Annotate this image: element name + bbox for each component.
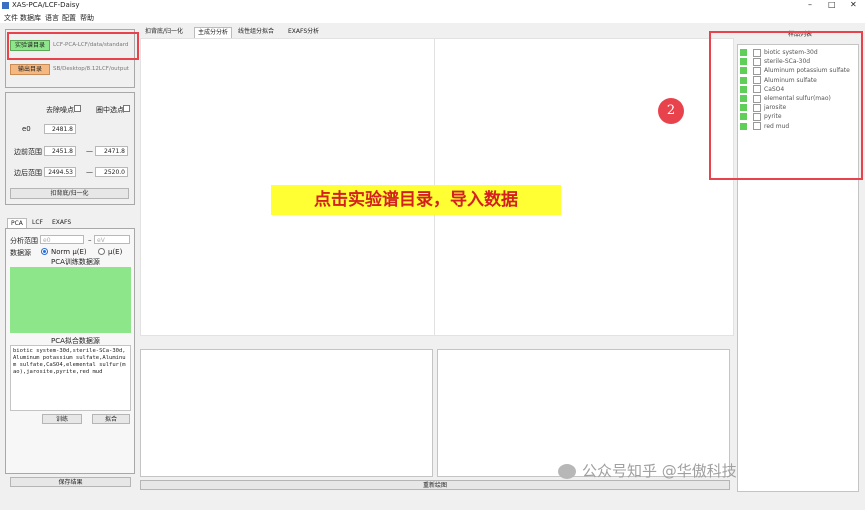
range-from-placeholder: e0 bbox=[43, 237, 51, 244]
train-button[interactable]: 训练 bbox=[42, 414, 82, 424]
output-dir-button[interactable]: 输出目录 bbox=[10, 64, 50, 75]
highlight-box-2 bbox=[709, 31, 863, 180]
plot-area[interactable]: 点击实验谱目录，导入数据 bbox=[140, 38, 734, 336]
main-tab-bar: 扣背底/归一化 主成分分析 线性组分拟合 EXAFS分析 bbox=[140, 27, 735, 38]
tab-normalize[interactable]: 扣背底/归一化 bbox=[142, 27, 186, 37]
range-to-input[interactable]: eV bbox=[94, 235, 130, 244]
normalize-button[interactable]: 扣背底/归一化 bbox=[10, 188, 129, 199]
radio-norm[interactable] bbox=[41, 248, 48, 255]
fit-source-content: biotic system-30d,sterile-SCa-30d,Alumin… bbox=[13, 348, 126, 375]
menu-bar: 文件 数据库 语言 配置 帮助 bbox=[0, 12, 865, 23]
tab-lcf-fit[interactable]: 线性组分拟合 bbox=[235, 27, 277, 37]
app-icon bbox=[2, 2, 9, 9]
pca-panel: 分析范围 e0 – eV 数据源 Norm μ(E) μ(E) PCA训练数据源… bbox=[5, 228, 135, 474]
range-dash: – bbox=[88, 236, 92, 244]
instruction-text: 点击实验谱目录，导入数据 bbox=[314, 190, 518, 210]
e0-input[interactable]: 2481.8 bbox=[44, 124, 76, 134]
source-label: 数据源 bbox=[10, 249, 31, 257]
range-from-input[interactable]: e0 bbox=[40, 235, 84, 244]
range-label: 分析范围 bbox=[10, 237, 38, 245]
tab-lcf[interactable]: LCF bbox=[29, 218, 46, 228]
radio-mu[interactable] bbox=[98, 248, 105, 255]
annotation-number-2: 2 bbox=[666, 103, 676, 118]
pre-edge-to-input[interactable]: 2471.8 bbox=[95, 146, 128, 156]
pre-edge-dash: — bbox=[86, 147, 93, 155]
wechat-icon bbox=[558, 464, 576, 479]
menu-language[interactable]: 语言 bbox=[45, 13, 59, 23]
select-points-label: 圈中选点 bbox=[96, 106, 124, 114]
fit-source-text[interactable]: biotic system-30d,sterile-SCa-30d,Alumin… bbox=[10, 345, 131, 411]
title-bar: XAS-PCA/LCF-Daisy – □ ✕ bbox=[0, 0, 865, 12]
instruction-banner: 点击实验谱目录，导入数据 bbox=[271, 185, 561, 215]
fit-button[interactable]: 拟合 bbox=[92, 414, 130, 424]
left-tab-bar: PCA LCF EXAFS bbox=[5, 218, 135, 229]
pre-edge-label: 边前范围 bbox=[14, 148, 42, 156]
e0-label: e0 bbox=[22, 125, 31, 133]
bottom-plot-right[interactable] bbox=[437, 349, 730, 477]
radio-norm-dot bbox=[43, 250, 46, 253]
train-source-title: PCA训练数据源 bbox=[51, 258, 100, 266]
save-results-button[interactable]: 保存结果 bbox=[10, 477, 131, 487]
tab-pca-analysis[interactable]: 主成分分析 bbox=[194, 27, 233, 38]
maximize-icon[interactable]: □ bbox=[828, 0, 836, 9]
select-points-checkbox[interactable] bbox=[123, 105, 130, 112]
watermark: 公众号知乎 @华傲科技 bbox=[558, 460, 737, 482]
watermark-text: 公众号知乎 @华傲科技 bbox=[582, 462, 737, 480]
post-edge-label: 边后范围 bbox=[14, 169, 42, 177]
window-title: XAS-PCA/LCF-Daisy bbox=[12, 1, 80, 9]
post-edge-from-input[interactable]: 2494.53 bbox=[44, 167, 76, 177]
close-icon[interactable]: ✕ bbox=[850, 0, 857, 9]
menu-file[interactable]: 文件 bbox=[4, 13, 18, 23]
radio-norm-label: Norm μ(E) bbox=[51, 248, 87, 256]
remove-noise-checkbox[interactable] bbox=[74, 105, 81, 112]
pre-edge-from-input[interactable]: 2451.8 bbox=[44, 146, 76, 156]
highlight-box-1 bbox=[7, 32, 139, 60]
menu-help[interactable]: 帮助 bbox=[80, 13, 94, 23]
radio-mu-label: μ(E) bbox=[108, 248, 123, 256]
train-source-area[interactable] bbox=[10, 267, 131, 333]
preprocess-panel: 去除噪点 圈中选点 e0 2481.8 边前范围 2451.8 — 2471.8… bbox=[5, 92, 135, 205]
tab-exafs-analysis[interactable]: EXAFS分析 bbox=[285, 27, 322, 37]
menu-config[interactable]: 配置 bbox=[62, 13, 76, 23]
bottom-plot-left[interactable] bbox=[140, 349, 433, 477]
minimize-icon[interactable]: – bbox=[808, 0, 812, 9]
post-edge-to-input[interactable]: 2520.0 bbox=[95, 167, 128, 177]
annotation-marker-2: 2 bbox=[658, 98, 684, 124]
menu-database[interactable]: 数据库 bbox=[20, 13, 41, 23]
output-dir-path: SB/Desktop/8.12LCF/output bbox=[53, 66, 129, 72]
range-to-placeholder: eV bbox=[97, 237, 105, 244]
remove-noise-label: 去除噪点 bbox=[46, 106, 74, 114]
post-edge-dash: — bbox=[86, 168, 93, 176]
tab-exafs[interactable]: EXAFS bbox=[49, 218, 74, 228]
